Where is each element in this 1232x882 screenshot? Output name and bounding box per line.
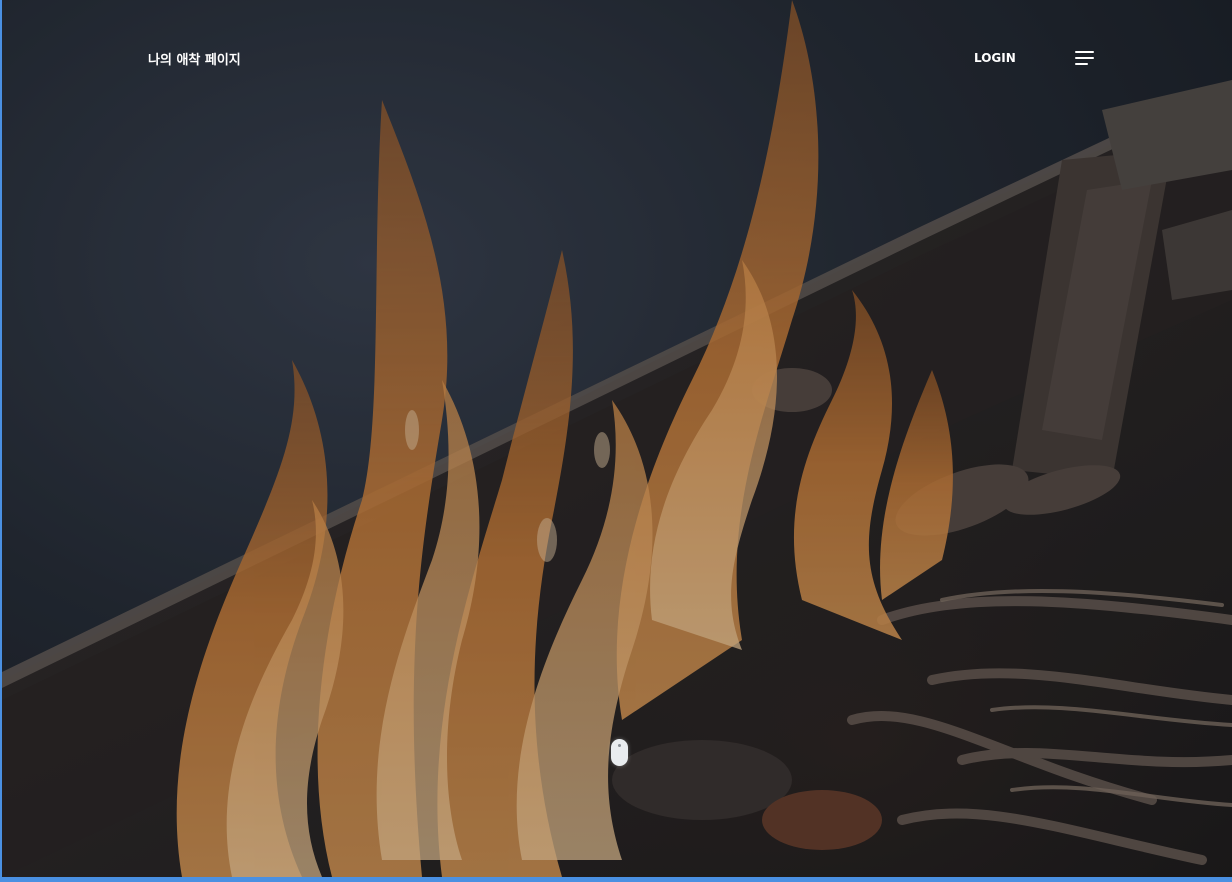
frame-bottom-edge xyxy=(0,877,1232,882)
scroll-wheel-dot xyxy=(618,744,621,747)
menu-line-top xyxy=(1075,51,1094,53)
page: 나의 애착 페이지 LOGIN xyxy=(0,0,1232,882)
login-link[interactable]: LOGIN xyxy=(974,51,1016,65)
hamburger-menu-icon[interactable] xyxy=(1075,51,1094,65)
site-header: 나의 애착 페이지 LOGIN xyxy=(0,0,1232,118)
menu-line-middle xyxy=(1075,57,1094,59)
menu-line-bottom xyxy=(1075,63,1088,65)
site-title[interactable]: 나의 애착 페이지 xyxy=(148,49,241,68)
frame-left-edge xyxy=(0,0,2,882)
mouse-scroll-icon[interactable] xyxy=(611,739,628,766)
